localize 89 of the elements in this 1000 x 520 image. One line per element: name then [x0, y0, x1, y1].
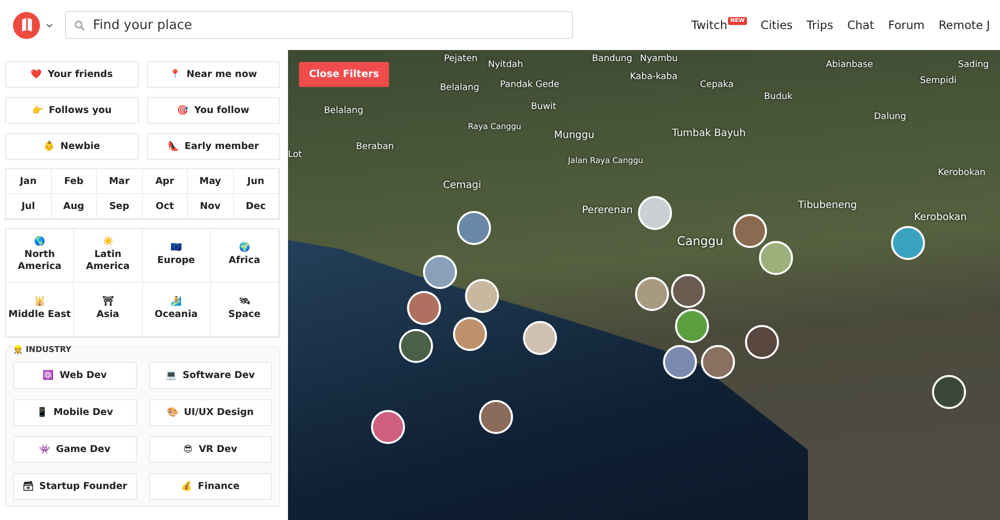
map-label: Kerobokan — [914, 212, 967, 223]
map-label: Kerobokan — [938, 168, 986, 178]
nav-link[interactable]: Remote J — [938, 18, 990, 32]
avatar-marker[interactable] — [745, 325, 779, 359]
month-button[interactable]: Sep — [97, 194, 142, 219]
search-field[interactable]: Find your place — [65, 11, 573, 39]
map-label: Jalan Raya Canggu — [568, 156, 644, 165]
map-label: Belalang — [324, 106, 364, 116]
avatar-marker[interactable] — [671, 274, 705, 308]
region-button[interactable]: 🌍 Africa — [210, 229, 279, 283]
avatar-marker[interactable] — [675, 309, 709, 343]
map-label: Sempidi — [920, 76, 956, 86]
avatar-marker[interactable] — [635, 277, 669, 311]
avatar-marker[interactable] — [423, 255, 457, 289]
filter-button[interactable]: ❤ Your friends — [5, 61, 138, 88]
month-button[interactable]: Nov — [188, 194, 234, 219]
map-label: Tibubeneng — [798, 200, 857, 211]
month-button[interactable]: Aug — [52, 194, 97, 219]
region-button[interactable]: 🏄 Oceania — [142, 283, 211, 337]
map-label: Canggu — [677, 234, 724, 248]
avatar-marker[interactable] — [638, 196, 672, 230]
new-badge: NEW — [728, 17, 747, 25]
map-label: Lot — [288, 150, 302, 160]
month-button[interactable]: Dec — [234, 194, 279, 219]
region-button[interactable]: ⛩ Asia — [74, 283, 142, 337]
avatar-marker[interactable] — [932, 375, 966, 409]
map-label: Pejaten — [444, 54, 478, 64]
nav-link[interactable]: Trips — [806, 18, 834, 32]
avatar-marker[interactable] — [701, 345, 735, 379]
avatar-marker[interactable] — [663, 345, 697, 379]
filter-button[interactable]: 🎯 You follow — [146, 97, 280, 124]
month-button[interactable]: Mar — [97, 169, 142, 194]
industry-button[interactable]: 👾 Game Dev — [13, 436, 136, 463]
month-button[interactable]: Feb — [52, 169, 97, 194]
nav-link[interactable]: Chat — [847, 18, 874, 32]
map-label: Nyitdah — [488, 60, 524, 70]
avatar-marker[interactable] — [733, 214, 767, 248]
map-label: Pandak Gede — [500, 80, 560, 90]
industry-button[interactable]: 📱 Mobile Dev — [13, 399, 136, 426]
region-button[interactable]: 🌎 North America — [6, 229, 74, 283]
map-label: Belalang — [440, 83, 480, 93]
filter-button[interactable]: 👉 Follows you — [5, 97, 138, 124]
map-label: Kaba-kaba — [630, 72, 678, 82]
caret-icon[interactable] — [46, 22, 53, 28]
map-label: Tumbak Bayuh — [672, 128, 746, 139]
search-icon — [74, 20, 85, 30]
map-label: Abianbase — [826, 60, 874, 70]
nav-link[interactable]: Twitch $^{NEW}$ — [691, 18, 747, 32]
map-label: Beraban — [356, 142, 394, 152]
filter-button[interactable]: 👶 Newbie — [5, 133, 138, 160]
industry-button[interactable]: 🗃 Startup Founder — [13, 473, 136, 500]
nav-link[interactable]: Cities — [760, 18, 793, 32]
close-filters-button[interactable]: Close Filters — [299, 62, 389, 87]
industry-button[interactable]: 😎 VR Dev — [148, 436, 272, 463]
map-label: Nyambu — [640, 54, 678, 64]
region-button[interactable]: ☀ Latin America — [74, 229, 142, 283]
month-button[interactable]: Apr — [142, 169, 188, 194]
map-label: Bandung — [592, 54, 632, 64]
industry-button[interactable]: 💻 Software Dev — [148, 362, 272, 389]
region-button[interactable]: 🕌 Middle East — [6, 283, 74, 337]
filter-button[interactable]: 📍 Near me now — [146, 61, 280, 88]
map-label: Pererenan — [582, 205, 633, 216]
avatar-marker[interactable] — [759, 241, 793, 275]
month-button[interactable]: Jun — [234, 169, 279, 194]
industry-button[interactable]: 🎨 UI/UX Design — [148, 399, 272, 426]
map-label: Buwit — [531, 102, 556, 112]
map-label: Cemagi — [443, 180, 482, 191]
industry-button[interactable]: ⚛ Web Dev — [13, 362, 136, 389]
filter-button[interactable]: 👠 Early member — [146, 133, 280, 160]
map-label: Buduk — [764, 92, 793, 102]
map-label: Munggu — [554, 130, 594, 141]
map-label: Sading — [958, 60, 989, 70]
logo-icon[interactable] — [13, 12, 40, 38]
avatar-marker[interactable] — [457, 211, 491, 245]
month-button[interactable]: Oct — [142, 194, 188, 219]
map-label: Dalung — [874, 112, 906, 122]
region-button[interactable]: 🇪🇺 Europe — [142, 229, 211, 283]
month-button[interactable]: May — [188, 169, 234, 194]
satellite-map[interactable] — [288, 50, 1000, 520]
map-label: Raya Canggu — [468, 122, 522, 131]
industry-button[interactable]: 💰 Finance — [148, 473, 272, 500]
map-label: Cepaka — [700, 80, 734, 90]
avatar-marker[interactable] — [891, 226, 925, 260]
month-button[interactable]: Jul — [6, 194, 52, 219]
month-button[interactable]: Jan — [6, 169, 52, 194]
avatar-marker[interactable] — [465, 279, 499, 313]
nav-link[interactable]: Forum — [888, 18, 925, 32]
section-title: 👷 INDUSTRY — [13, 345, 72, 354]
region-button[interactable]: 🛰 Space — [210, 283, 279, 337]
